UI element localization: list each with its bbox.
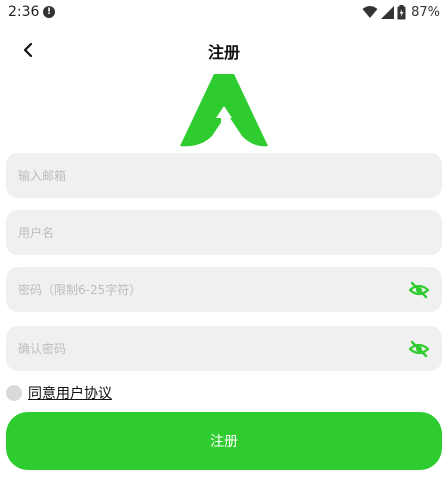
eye-off-icon bbox=[409, 281, 429, 299]
email-field[interactable] bbox=[6, 153, 442, 198]
confirm-password-field[interactable] bbox=[6, 326, 442, 371]
battery-percent: 87% bbox=[411, 4, 440, 20]
signal-icon bbox=[381, 5, 395, 19]
password-visibility-toggle[interactable] bbox=[408, 279, 430, 301]
register-button-label: 注册 bbox=[210, 433, 238, 449]
email-input[interactable] bbox=[18, 153, 398, 198]
agreement-radio[interactable] bbox=[6, 385, 22, 401]
register-button[interactable]: 注册 bbox=[6, 412, 442, 470]
password-field[interactable] bbox=[6, 267, 442, 312]
app-logo bbox=[180, 74, 268, 147]
status-icons: 87% bbox=[362, 3, 440, 21]
confirm-password-visibility-toggle[interactable] bbox=[408, 338, 430, 360]
eye-off-icon bbox=[409, 340, 429, 358]
status-time: 2:36 bbox=[8, 4, 40, 20]
username-input[interactable] bbox=[18, 210, 398, 255]
battery-icon bbox=[397, 4, 406, 19]
password-input[interactable] bbox=[18, 267, 398, 312]
header: 注册 bbox=[0, 30, 448, 70]
alert-icon: ! bbox=[43, 6, 55, 18]
agreement-row: 同意用户协议 bbox=[6, 383, 112, 403]
wifi-icon bbox=[362, 6, 378, 18]
username-field[interactable] bbox=[6, 210, 442, 255]
user-agreement-link[interactable]: 同意用户协议 bbox=[28, 383, 112, 403]
confirm-password-input[interactable] bbox=[18, 326, 398, 371]
status-bar: 2:36 ! 87% bbox=[0, 0, 448, 26]
page-title: 注册 bbox=[207, 43, 240, 62]
